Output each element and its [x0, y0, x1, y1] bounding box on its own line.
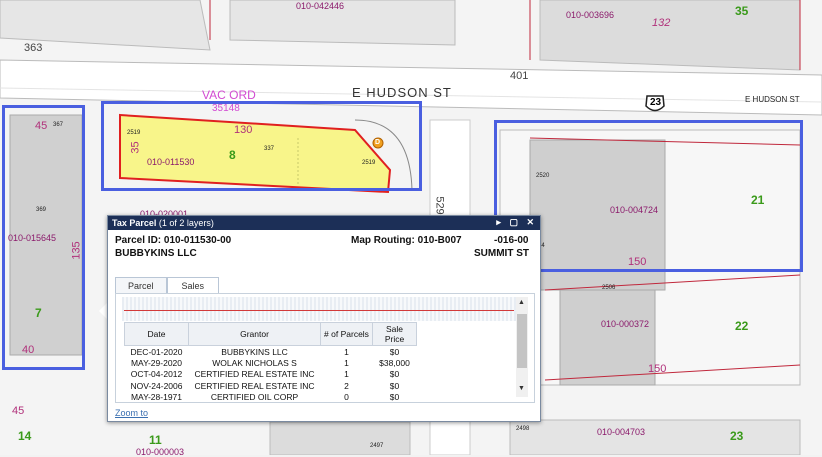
scroll-down-icon[interactable]: ▼	[518, 385, 525, 392]
scroll-up-icon[interactable]: ▲	[518, 299, 525, 306]
sale-parcels: 1	[344, 346, 349, 357]
popup-title: Tax Parcel	[112, 218, 157, 228]
sales-table: Date Grantor # of Parcels Sale Price DEC…	[124, 322, 417, 403]
lot-number: 14	[18, 429, 32, 443]
column-header-grantor: Grantor	[188, 322, 321, 346]
table-row: OCT-04-2012 CERTIFIED REAL ESTATE INC 1 …	[125, 369, 417, 381]
vac-ord-label: VAC ORD	[202, 88, 256, 102]
house-number: 2498	[516, 426, 530, 432]
sale-price: $0	[389, 380, 400, 391]
house-number: 2497	[370, 443, 384, 449]
parcel-id-label: 010-000372	[601, 319, 650, 329]
sale-price: $38,000	[379, 357, 410, 368]
scroll-thumb[interactable]	[517, 314, 527, 368]
building-right-2	[559, 289, 656, 386]
table-row: MAY-29-2020 WOLAK NICHOLAS S 1 $38,000	[125, 357, 417, 369]
sale-grantor: CERTIFIED REAL ESTATE INC	[194, 380, 315, 391]
sale-grantor: CERTIFIED REAL ESTATE INC	[194, 369, 315, 380]
parcel-id-label: 010-003696	[566, 10, 615, 20]
selection-box-left	[2, 105, 85, 370]
block-bottom-2	[509, 419, 801, 455]
table-row: MAY-28-1971 CERTIFIED OIL CORP 0 $0	[125, 392, 417, 404]
parcel-id-field: Parcel ID: 010-011530-00	[115, 235, 232, 246]
street-label-main: E HUDSON ST	[352, 85, 452, 100]
sale-grantor: WOLAK NICHOLAS S	[212, 357, 297, 368]
table-header-row: Date Grantor # of Parcels Sale Price	[124, 322, 417, 346]
sale-grantor: BUBBYKINS LLC	[221, 346, 288, 357]
popup-tabs: Parcel Sales	[115, 276, 220, 294]
map-routing-suffix: -016-00	[494, 235, 529, 246]
dimension-label: 132	[652, 17, 671, 29]
map-routing-field: Map Routing: 010-B007	[351, 235, 462, 246]
selection-box-selected-parcel	[101, 101, 422, 191]
popup-titlebar[interactable]: Tax Parcel (1 of 2 layers) ▸ ▢ ✕	[108, 216, 540, 230]
popup-header: Parcel ID: 010-011530-00 Map Routing: 01…	[108, 230, 540, 264]
sale-price: $0	[389, 369, 400, 380]
road-number: 529	[433, 196, 446, 215]
parcel-id-label: 010-004703	[597, 427, 646, 437]
tab-parcel[interactable]: Parcel	[115, 277, 167, 294]
tab-sales[interactable]: Sales	[166, 277, 220, 294]
tax-parcel-popup[interactable]: Tax Parcel (1 of 2 layers) ▸ ▢ ✕ Parcel …	[107, 215, 541, 422]
sale-price: $0	[389, 346, 400, 357]
sale-date: DEC-01-2020	[130, 346, 183, 357]
sale-parcels: 1	[344, 357, 349, 368]
lot-number: 22	[735, 319, 749, 333]
popup-layers-note: (1 of 2 layers)	[158, 218, 214, 228]
street-name: SUMMIT ST	[474, 248, 529, 259]
panel-band	[122, 297, 518, 321]
panel-divider	[124, 310, 514, 311]
parcel-id-label: 010-042446	[296, 1, 345, 11]
sale-parcels: 2	[344, 380, 349, 391]
table-row: NOV-24-2006 CERTIFIED REAL ESTATE INC 2 …	[125, 380, 417, 392]
sale-parcels: 0	[344, 392, 349, 403]
sale-date: MAY-28-1971	[130, 392, 183, 403]
sale-grantor: CERTIFIED OIL CORP	[210, 392, 299, 403]
column-header-date: Date	[124, 322, 189, 346]
road-number: 401	[510, 70, 529, 82]
column-header-parcels: # of Parcels	[320, 322, 373, 346]
owner-name: BUBBYKINS LLC	[115, 248, 197, 259]
street-label-small: E HUDSON ST	[745, 95, 800, 104]
sale-date: OCT-04-2012	[130, 369, 183, 380]
parcel-id-label: 010-000003	[136, 447, 185, 457]
lot-number: 23	[730, 429, 744, 443]
sales-panel: Date Grantor # of Parcels Sale Price DEC…	[115, 293, 535, 403]
zoom-to-link[interactable]: Zoom to	[115, 408, 148, 418]
sale-parcels: 1	[344, 369, 349, 380]
sales-scrollbar[interactable]: ▲ ▼	[516, 297, 528, 397]
road-number: 363	[24, 42, 43, 54]
dimension-label: 45	[12, 405, 25, 417]
sale-date: MAY-29-2020	[130, 357, 183, 368]
table-row: DEC-01-2020 BUBBYKINS LLC 1 $0	[125, 346, 417, 358]
sale-price: $0	[389, 392, 400, 403]
house-number: 2506	[602, 285, 616, 291]
route-number: 23	[650, 97, 662, 108]
dimension-label: 150	[648, 363, 667, 375]
lot-number: 11	[149, 433, 162, 447]
lot-number: 35	[735, 4, 749, 18]
sale-date: NOV-24-2006	[130, 380, 183, 391]
block-bottom-1	[269, 421, 411, 455]
column-header-price: Sale Price	[372, 322, 417, 346]
popup-window-controls[interactable]: ▸ ▢ ✕	[496, 217, 537, 228]
